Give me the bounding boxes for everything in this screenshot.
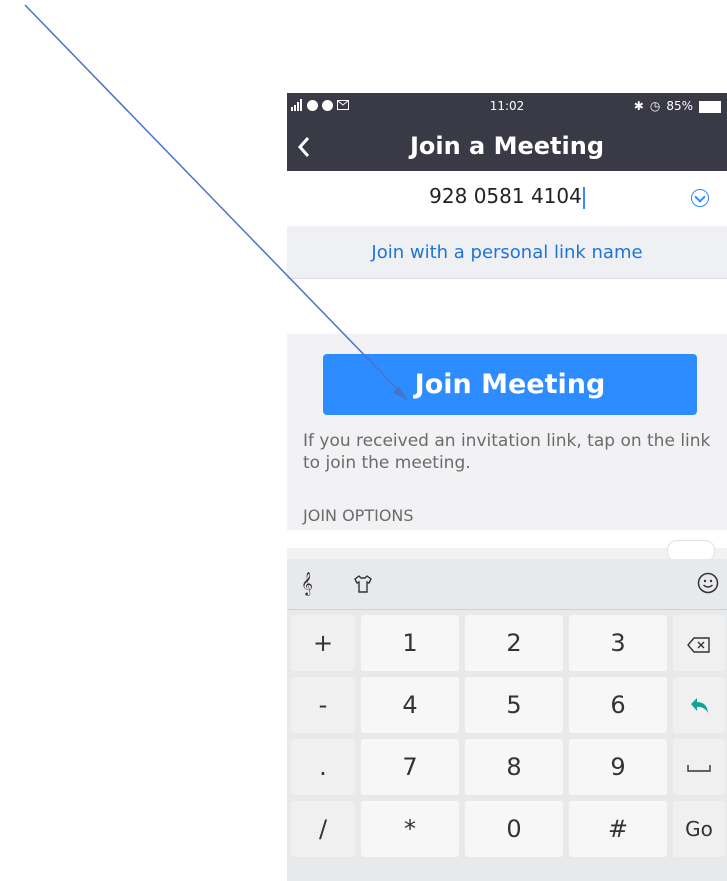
key-period[interactable]: . (291, 739, 355, 795)
status-right-icons: ✱ ◷ 85% (634, 99, 721, 113)
battery-percent: 85% (666, 99, 693, 113)
page-title: Join a Meeting (409, 132, 605, 160)
history-dropdown-button[interactable] (691, 189, 709, 207)
join-meeting-button[interactable]: Join Meeting (323, 354, 697, 415)
key-8[interactable]: 8 (465, 739, 563, 795)
text-cursor (582, 186, 585, 209)
name-field-area (287, 279, 727, 334)
space-key[interactable] (673, 739, 725, 795)
key-0[interactable]: 0 (465, 801, 563, 857)
alarm-icon: ◷ (649, 99, 661, 113)
voice-icon[interactable]: 𝄞 (301, 571, 313, 595)
space-icon (687, 765, 711, 772)
go-key[interactable]: Go (673, 801, 725, 857)
join-options-heading: JOIN OPTIONS (303, 506, 414, 525)
key-5[interactable]: 5 (465, 677, 563, 733)
battery-icon (699, 101, 721, 113)
key-hash[interactable]: # (569, 801, 667, 857)
join-option-row (287, 530, 727, 548)
key-1[interactable]: 1 (361, 615, 459, 671)
key-asterisk[interactable]: * (361, 801, 459, 857)
status-bar: 11:02 ✱ ◷ 85% (287, 93, 727, 121)
backspace-icon (687, 636, 710, 653)
key-3[interactable]: 3 (569, 615, 667, 671)
title-bar: Join a Meeting (287, 121, 727, 171)
keyboard-toolbar: 𝄞 (287, 559, 727, 610)
enter-key[interactable] (673, 677, 725, 733)
meeting-id-value: 928 0581 4104 (429, 184, 582, 208)
shirt-icon[interactable] (353, 574, 373, 594)
key-minus[interactable]: - (291, 677, 355, 733)
key-7[interactable]: 7 (361, 739, 459, 795)
key-plus[interactable]: + (291, 615, 355, 671)
invitation-hint-text: If you received an invitation link, tap … (303, 431, 711, 473)
numeric-keyboard: 𝄞 + 1 2 3 - 4 5 6 . 7 8 9 / * 0 # Go (287, 559, 727, 881)
emoji-icon[interactable] (697, 572, 719, 594)
key-4[interactable]: 4 (361, 677, 459, 733)
meeting-id-input[interactable]: 928 0581 4104 (287, 184, 727, 209)
phone-screen: 11:02 ✱ ◷ 85% Join a Meeting 928 0581 41… (287, 93, 727, 881)
key-9[interactable]: 9 (569, 739, 667, 795)
key-6[interactable]: 6 (569, 677, 667, 733)
personal-link-button[interactable]: Join with a personal link name (287, 228, 727, 278)
return-arrow-icon (691, 698, 708, 713)
backspace-key[interactable] (673, 615, 725, 671)
key-slash[interactable]: / (291, 801, 355, 857)
meeting-id-row: 928 0581 4104 (287, 171, 727, 226)
personal-link-row: Join with a personal link name (287, 228, 727, 279)
bluetooth-icon: ✱ (633, 99, 644, 113)
key-2[interactable]: 2 (465, 615, 563, 671)
